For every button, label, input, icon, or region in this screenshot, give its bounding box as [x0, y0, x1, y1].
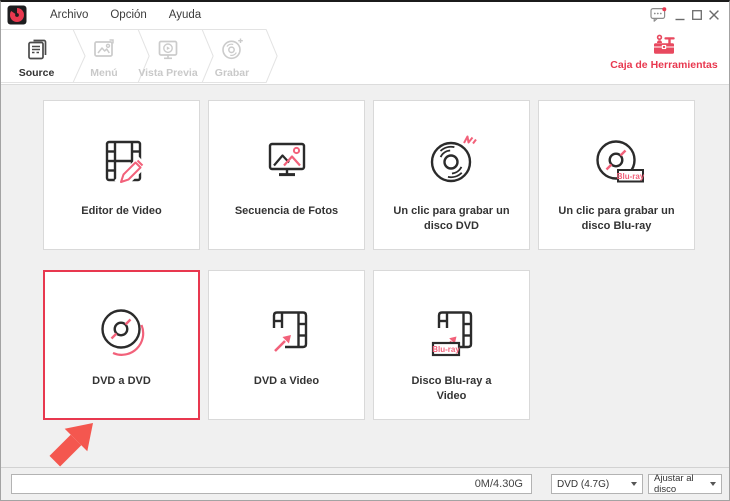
disc-type-select[interactable]: DVD (4.7G) [551, 474, 643, 494]
dvd-to-video-icon [272, 311, 307, 352]
card-label: DVD a DVD [92, 375, 151, 387]
menu-item-ayuda[interactable]: Ayuda [158, 5, 212, 25]
close-icon [708, 10, 719, 20]
photo-slideshow-icon [268, 142, 305, 177]
dvd-copy-icon [100, 309, 144, 356]
app-window: Archivo Opción Ayuda Source Menú Vista P… [0, 0, 730, 501]
card-label: Secuencia de Fotos [234, 205, 339, 217]
card-label: Un clic para grabar un disco Blu-ray [558, 205, 675, 232]
card-label: DVD a Video [253, 375, 320, 387]
titlebar: Archivo Opción Ayuda [1, 2, 729, 28]
source-documents-icon [27, 39, 46, 60]
card-label: Un clic para grabar un disco DVD [393, 205, 510, 232]
minimize-icon [675, 18, 684, 20]
tools-grid: Editor de Video Secuencia de Fotos Un cl… [1, 85, 729, 420]
step-source[interactable]: Source [1, 29, 72, 83]
dvd-burn-icon [430, 135, 477, 183]
capacity-bar: 0M/4.30G [11, 474, 532, 494]
fit-mode-select[interactable]: Ajustar al disco [648, 473, 722, 495]
fit-mode-value: Ajustar al disco [654, 473, 694, 495]
statusbar: 0M/4.30G DVD (4.7G) Ajustar al disco [1, 467, 729, 500]
main-area: Editor de Video Secuencia de Fotos Un cl… [1, 85, 729, 467]
preview-monitor-icon [158, 40, 178, 60]
bluray-burn-icon: Blu-ray [595, 140, 644, 183]
app-logo-icon [7, 5, 27, 25]
film-edit-icon [105, 140, 148, 190]
card-grabar-disco-bluray[interactable]: Blu-ray Un clic para grabar un disco Blu… [538, 100, 695, 250]
card-label: Disco Blu-ray a Video [411, 375, 492, 402]
bluray-badge: Blu-ray [432, 345, 460, 354]
tutorial-arrow-icon [49, 423, 93, 467]
toolbox-label: Caja de Herramientas [610, 59, 718, 71]
step-label: Grabar [214, 67, 250, 79]
toolbox-button[interactable]: Caja de Herramientas [601, 33, 727, 71]
burn-disc-icon [222, 38, 243, 60]
speech-bubble-icon [650, 7, 667, 22]
step-label: Menú [90, 67, 118, 79]
card-dvd-a-dvd[interactable]: DVD a DVD [43, 270, 200, 420]
card-dvd-a-video[interactable]: DVD a Video [208, 270, 365, 420]
disc-type-value: DVD (4.7G) [557, 478, 610, 490]
menu-item-opcion[interactable]: Opción [99, 5, 157, 25]
card-editor-de-video[interactable]: Editor de Video [43, 100, 200, 250]
step-label: Vista Previa [138, 67, 198, 79]
step-label: Source [18, 67, 55, 79]
card-grabar-disco-dvd[interactable]: Un clic para grabar un disco DVD [373, 100, 530, 250]
menu-photos-icon [94, 39, 114, 57]
menubar: Archivo Opción Ayuda [39, 5, 212, 25]
step-menu[interactable]: Menú [72, 29, 136, 83]
step-vista-previa[interactable]: Vista Previa [136, 29, 200, 83]
toolbox-icon [654, 34, 675, 54]
maximize-icon [691, 10, 702, 20]
bluray-badge: Blu-ray [616, 172, 644, 181]
menu-item-archivo[interactable]: Archivo [39, 5, 99, 25]
card-label: Editor de Video [81, 205, 162, 217]
maximize-button[interactable] [688, 5, 705, 25]
feedback-icon-button[interactable] [650, 5, 667, 25]
close-button[interactable] [705, 5, 722, 25]
capacity-label: 0M/4.30G [474, 478, 523, 490]
minimize-button[interactable] [671, 5, 688, 25]
chevron-down-icon [710, 482, 716, 486]
steps-navbar: Source Menú Vista Previa Grabar Caja de … [1, 28, 729, 85]
card-secuencia-de-fotos[interactable]: Secuencia de Fotos [208, 100, 365, 250]
window-controls [650, 5, 729, 25]
notification-dot [662, 7, 667, 12]
bluray-to-video-icon: Blu-ray [431, 311, 472, 357]
chevron-down-icon [631, 482, 637, 486]
step-grabar[interactable]: Grabar [200, 29, 264, 83]
card-bluray-a-video[interactable]: Blu-ray Disco Blu-ray a Video [373, 270, 530, 420]
